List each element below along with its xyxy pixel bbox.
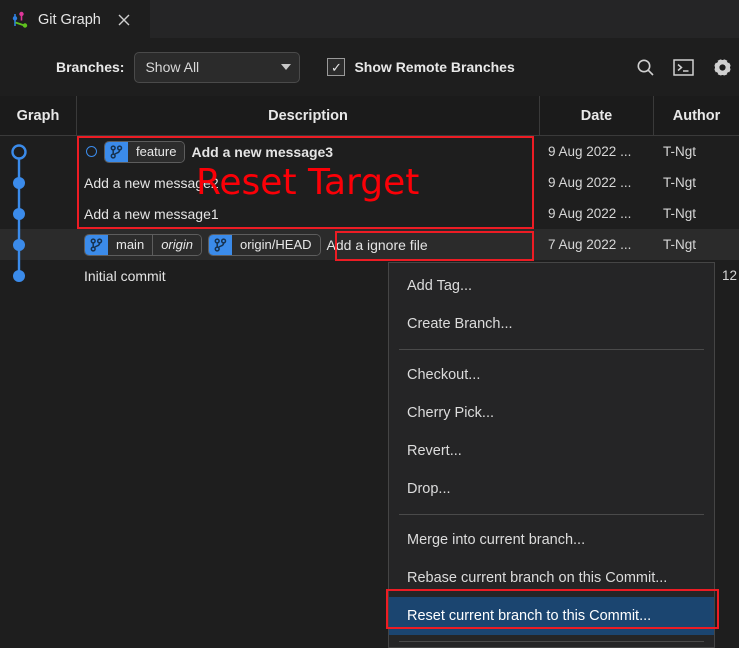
branch-ref-label: feature — [128, 141, 185, 162]
show-remote-branches-label: Show Remote Branches — [354, 59, 515, 75]
commit-message: Add a ignore file — [326, 236, 428, 253]
column-header-author[interactable]: Author — [654, 96, 739, 136]
cell-description: main origin origin/HEAD Add a ignore file — [77, 229, 540, 260]
branch-ref-chip[interactable]: origin/HEAD — [207, 233, 321, 256]
search-icon[interactable] — [636, 58, 655, 77]
branch-ref-label: origin/HEAD — [231, 234, 320, 255]
cell-description: Add a new message1 — [77, 198, 540, 229]
branches-label: Branches: — [56, 59, 125, 75]
branch-ref-label: origin — [152, 234, 201, 255]
branches-dropdown[interactable]: Show All — [134, 51, 301, 83]
cell-description: feature Add a new message3 — [77, 136, 540, 167]
branch-icon — [208, 234, 232, 255]
menu-item[interactable]: Checkout... — [389, 356, 714, 394]
context-menu: Add Tag... Create Branch... Checkout... Che… — [388, 262, 715, 648]
cell-description: Add a new message2 — [77, 167, 540, 198]
table-row[interactable]: main origin origin/HEAD Add a ignore file 7 … — [0, 229, 739, 260]
menu-item[interactable]: Merge into current branch... — [389, 521, 714, 559]
column-header-description[interactable]: Description — [77, 95, 540, 136]
menu-item[interactable]: Drop... — [389, 470, 714, 508]
menu-item[interactable]: Create Branch... — [389, 305, 714, 343]
tab-git-graph[interactable]: Git Graph — [0, 0, 150, 38]
cell-graph — [0, 198, 77, 229]
chevron-down-icon — [281, 64, 292, 70]
branch-ref-chip[interactable]: main origin — [84, 233, 202, 256]
branches-dropdown-value: Show All — [145, 59, 200, 75]
menu-item[interactable]: Add Tag... — [389, 267, 714, 305]
table-row[interactable]: feature Add a new message3 9 Aug 2022 ... T… — [0, 136, 739, 167]
cell-graph — [0, 136, 77, 167]
cell-date: 7 Aug 2022 ... — [548, 237, 632, 252]
cell-author: T-Ngt — [663, 144, 697, 159]
cell-graph — [0, 260, 77, 291]
branch-ref-label: main — [108, 234, 153, 255]
column-header-date[interactable]: Date — [540, 95, 654, 136]
branch-ref-chip[interactable]: feature — [104, 140, 186, 163]
column-header-graph[interactable]: Graph — [0, 95, 77, 136]
toolbar: Branches: Show All ✓ Show Remote Branche… — [0, 38, 739, 96]
tab-label: Git Graph — [38, 11, 101, 28]
table-row[interactable]: Add a new message2 9 Aug 2022 ... T-Ngt — [0, 167, 739, 198]
tab-bar: Git Graph — [0, 0, 739, 38]
terminal-icon[interactable] — [673, 58, 694, 77]
branch-icon — [85, 234, 108, 255]
git-graph-window: Git Graph Branches: Show All ✓ Show Remo… — [0, 0, 739, 648]
toolbar-icons — [636, 56, 739, 78]
head-marker-icon — [86, 146, 97, 157]
menu-item[interactable]: Rebase current branch on this Commit... — [389, 559, 714, 597]
cell-date: 9 Aug 2022 ... — [548, 206, 632, 221]
close-icon[interactable] — [115, 11, 133, 29]
cell-author: T-Ngt — [663, 206, 697, 221]
cell-date: 9 Aug 2022 ... — [548, 144, 632, 159]
menu-item[interactable]: Revert... — [389, 432, 714, 470]
cell-author: T-Ngt — [663, 175, 697, 190]
gear-icon[interactable] — [712, 56, 733, 78]
git-graph-icon — [10, 10, 30, 30]
cell-date: 9 Aug 2022 ... — [548, 175, 632, 190]
cell-author: T-Ngt — [663, 237, 697, 252]
menu-item[interactable]: Cherry Pick... — [389, 394, 714, 432]
menu-separator — [399, 514, 704, 515]
menu-item[interactable]: Reset current branch to this Commit... — [389, 597, 714, 635]
cell-graph — [0, 167, 77, 198]
branch-icon — [105, 141, 128, 162]
menu-separator — [399, 349, 704, 350]
table-header: Graph Description Date Author — [0, 95, 739, 136]
commit-message: Add a new message1 — [84, 205, 219, 222]
show-remote-branches-checkbox[interactable]: ✓ — [327, 58, 346, 76]
commit-message: Initial commit — [84, 267, 166, 284]
show-remote-branches-control[interactable]: ✓ Show Remote Branches — [327, 58, 515, 76]
menu-separator — [399, 641, 704, 642]
partial-date-text: 12 — [721, 268, 737, 283]
commit-message: Add a new message2 — [84, 174, 219, 191]
commit-message: Add a new message3 — [191, 143, 334, 160]
cell-graph — [0, 229, 77, 260]
table-row[interactable]: Add a new message1 9 Aug 2022 ... T-Ngt — [0, 198, 739, 229]
